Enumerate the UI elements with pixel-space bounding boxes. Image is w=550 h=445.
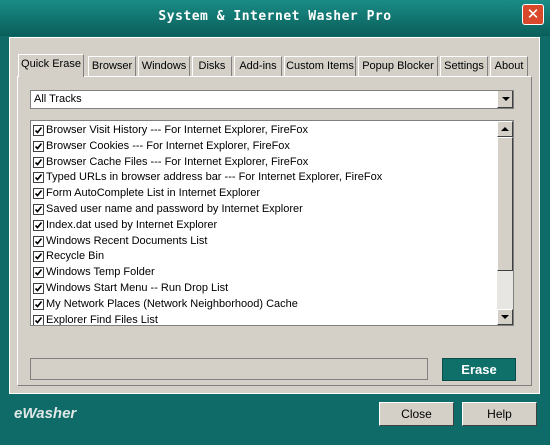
- item-checkbox[interactable]: [33, 188, 44, 200]
- tab-quick-erase[interactable]: Quick Erase: [18, 54, 84, 77]
- item-label: My Network Places (Network Neighborhood)…: [46, 297, 298, 310]
- help-button[interactable]: Help: [462, 402, 537, 426]
- item-checkbox[interactable]: [33, 282, 44, 294]
- item-label: Browser Cookies --- For Internet Explore…: [46, 139, 290, 152]
- item-label: Windows Temp Folder: [46, 266, 155, 279]
- item-checkbox[interactable]: [33, 314, 44, 325]
- tracks-list[interactable]: Browser Visit History --- For Internet E…: [30, 120, 514, 326]
- close-icon[interactable]: ✕: [522, 4, 544, 25]
- list-item[interactable]: Browser Visit History --- For Internet E…: [33, 123, 493, 139]
- item-checkbox[interactable]: [33, 172, 44, 184]
- item-label: Typed URLs in browser address bar --- Fo…: [46, 171, 383, 184]
- tab-custom-items[interactable]: Custom Items: [284, 56, 356, 76]
- dropdown-button[interactable]: [497, 91, 513, 108]
- list-scrollbar[interactable]: [497, 121, 513, 325]
- item-label: Recycle Bin: [46, 250, 105, 263]
- tab-disks[interactable]: Disks: [192, 56, 232, 76]
- list-item[interactable]: Saved user name and password by Internet…: [33, 202, 493, 218]
- item-checkbox[interactable]: [33, 219, 44, 231]
- brand-logo: eWasher: [14, 405, 77, 422]
- tracks-filter-select[interactable]: All Tracks: [30, 90, 514, 109]
- item-checkbox[interactable]: [33, 298, 44, 310]
- item-checkbox[interactable]: [33, 267, 44, 279]
- select-value: All Tracks: [34, 93, 82, 105]
- list-item[interactable]: Recycle Bin: [33, 249, 493, 265]
- arrow-up-icon: [501, 127, 509, 131]
- item-label: Saved user name and password by Internet…: [46, 202, 303, 215]
- list-item[interactable]: Typed URLs in browser address bar --- Fo…: [33, 170, 493, 186]
- app-window: System & Internet Washer Pro ✕ Quick Era…: [0, 0, 550, 445]
- progress-bar: [30, 358, 428, 380]
- item-checkbox[interactable]: [33, 235, 44, 247]
- item-checkbox[interactable]: [33, 140, 44, 152]
- scroll-thumb[interactable]: [497, 137, 513, 271]
- tab-about[interactable]: About: [490, 56, 528, 76]
- window-title: System & Internet Washer Pro: [158, 9, 392, 24]
- list-item[interactable]: Browser Cache Files --- For Internet Exp…: [33, 155, 493, 171]
- chevron-down-icon: [502, 97, 510, 101]
- scroll-down-button[interactable]: [497, 309, 513, 325]
- list-item[interactable]: Explorer Find Files List: [33, 313, 493, 326]
- tab-settings[interactable]: Settings: [440, 56, 488, 76]
- list-item[interactable]: My Network Places (Network Neighborhood)…: [33, 297, 493, 313]
- arrow-down-icon: [501, 315, 509, 319]
- list-item[interactable]: Windows Start Menu -- Run Drop List: [33, 281, 493, 297]
- tab-browser[interactable]: Browser: [88, 56, 136, 76]
- list-item[interactable]: Windows Temp Folder: [33, 265, 493, 281]
- item-checkbox[interactable]: [33, 156, 44, 168]
- item-checkbox[interactable]: [33, 203, 44, 215]
- list-item[interactable]: Index.dat used by Internet Explorer: [33, 218, 493, 234]
- item-label: Form AutoComplete List in Internet Explo…: [46, 187, 260, 200]
- item-label: Browser Visit History --- For Internet E…: [46, 124, 309, 136]
- close-button[interactable]: Close: [379, 402, 454, 426]
- erase-button[interactable]: Erase: [442, 358, 516, 381]
- item-label: Windows Start Menu -- Run Drop List: [46, 281, 229, 294]
- list-item[interactable]: Form AutoComplete List in Internet Explo…: [33, 186, 493, 202]
- tab-windows[interactable]: Windows: [138, 56, 190, 76]
- item-checkbox[interactable]: [33, 251, 44, 263]
- list-item[interactable]: Browser Cookies --- For Internet Explore…: [33, 139, 493, 155]
- item-label: Explorer Find Files List: [46, 313, 158, 326]
- item-checkbox[interactable]: [33, 125, 44, 136]
- scroll-up-button[interactable]: [497, 121, 513, 137]
- item-label: Browser Cache Files --- For Internet Exp…: [46, 155, 309, 168]
- tracks-list-rows: Browser Visit History --- For Internet E…: [33, 123, 493, 326]
- tab-popup-blocker[interactable]: Popup Blocker: [358, 56, 438, 76]
- item-label: Index.dat used by Internet Explorer: [46, 218, 218, 231]
- item-label: Windows Recent Documents List: [46, 234, 208, 247]
- title-bar[interactable]: System & Internet Washer Pro ✕: [0, 0, 550, 36]
- tab-add-ins[interactable]: Add-ins: [234, 56, 282, 76]
- list-item[interactable]: Windows Recent Documents List: [33, 234, 493, 250]
